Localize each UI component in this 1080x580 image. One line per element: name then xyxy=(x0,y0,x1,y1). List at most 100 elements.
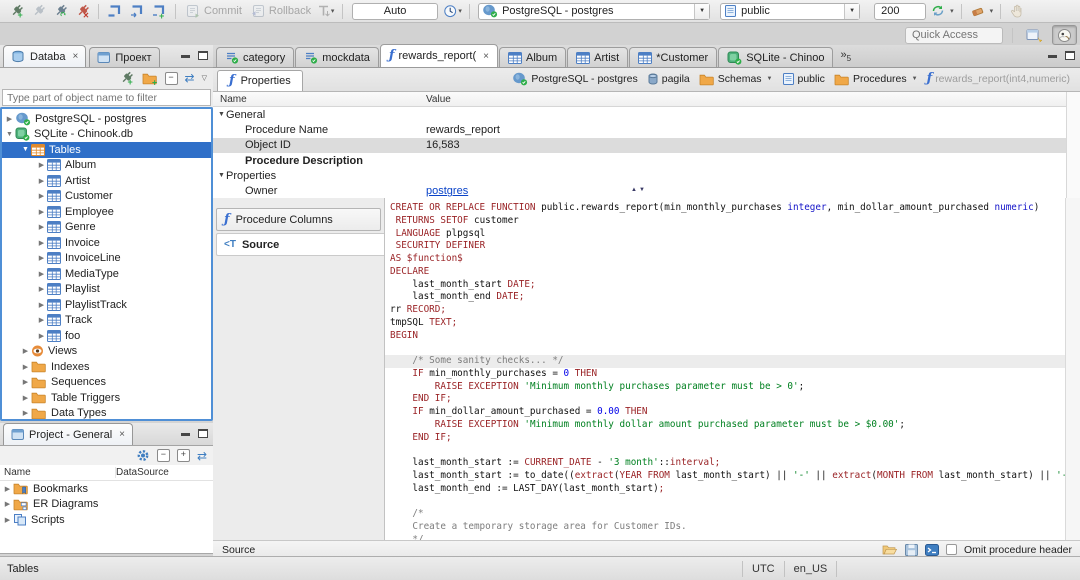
editor-scrollbar[interactable] xyxy=(1065,198,1080,540)
tree-item-mediatype[interactable]: ▶ MediaType xyxy=(2,266,211,282)
tree-expand-arrow[interactable]: ▶ xyxy=(36,192,47,200)
tree-item-genre[interactable]: ▶ Genre xyxy=(2,220,211,236)
project-item-bookmarks[interactable]: ▶ Bookmarks xyxy=(0,481,213,497)
open-perspective-button[interactable] xyxy=(1022,25,1047,45)
tree-expand-arrow[interactable]: ▶ xyxy=(2,516,13,524)
refresh-icon[interactable] xyxy=(928,2,948,21)
transaction-log-button[interactable]: ▾ xyxy=(316,2,336,21)
tree-item-track[interactable]: ▶ Track xyxy=(2,313,211,329)
tree-expand-arrow[interactable]: ▶ xyxy=(2,485,13,493)
save-icon[interactable] xyxy=(905,543,919,556)
omit-header-checkbox[interactable] xyxy=(946,544,958,555)
tab-database-navigator[interactable]: Databa × xyxy=(3,45,87,67)
grid-row-procedure-name[interactable]: Procedure Name rewards_report xyxy=(213,122,1080,137)
minimize-icon[interactable] xyxy=(181,55,190,58)
tree-item-data-types[interactable]: ▶ Data Types xyxy=(2,406,211,419)
grid-row-general[interactable]: ▼ General xyxy=(213,107,1080,122)
group-collapse-arrow[interactable]: ▼ xyxy=(217,172,226,179)
fetch-size-input[interactable] xyxy=(874,2,927,20)
editor-tab-sqlite-chinoo[interactable]: SQLite - Chinoo xyxy=(718,47,834,67)
tree-item-sequences[interactable]: ▶ Sequences xyxy=(2,375,211,391)
tree-item-playlisttrack[interactable]: ▶ PlaylistTrack xyxy=(2,297,211,313)
tree-expand-arrow[interactable]: ▶ xyxy=(36,332,47,340)
tree-expand-arrow[interactable]: ▶ xyxy=(36,285,47,293)
maximize-icon[interactable] xyxy=(198,429,208,438)
grid-row-properties[interactable]: ▼ Properties xyxy=(213,168,1080,183)
tree-expand-arrow[interactable]: ▶ xyxy=(36,254,47,262)
close-icon[interactable]: × xyxy=(72,51,78,62)
tree-item-album[interactable]: ▶ Album xyxy=(2,158,211,174)
console-icon[interactable] xyxy=(925,543,940,556)
side-tab-procedure-columns[interactable]: ƒ Procedure Columns xyxy=(216,208,381,231)
tree-item-foo[interactable]: ▶ foo xyxy=(2,328,211,344)
tree-collapse-arrow[interactable]: ▼ xyxy=(20,146,31,153)
tree-item-playlist[interactable]: ▶ Playlist xyxy=(2,282,211,298)
source-code-editor[interactable]: CREATE OR REPLACE FUNCTION public.reward… xyxy=(385,198,1065,540)
tree-item-sqlite-chinook-db[interactable]: ▼ SQLite - Chinook.db xyxy=(2,127,211,143)
tree-expand-arrow[interactable]: ▶ xyxy=(20,394,31,402)
connect-icon[interactable] xyxy=(28,2,48,21)
tab-project-general[interactable]: Project - General × xyxy=(3,423,133,445)
commit-mode-combo[interactable]: Auto xyxy=(352,2,439,20)
editor-tab-category[interactable]: category xyxy=(216,47,295,67)
close-icon[interactable]: × xyxy=(119,429,125,440)
new-connection-icon[interactable]: + xyxy=(118,70,135,86)
tab-overflow[interactable]: »5 xyxy=(840,49,851,63)
editor-tab-album[interactable]: Album xyxy=(498,47,567,67)
tree-expand-arrow[interactable]: ▶ xyxy=(36,270,47,278)
tree-expand-arrow[interactable]: ▶ xyxy=(20,409,31,417)
breadcrumb-item-rewards-report-int4-numeric[interactable]: ƒ rewards_report(int4,numeric) xyxy=(927,72,1070,85)
chevron-down-icon[interactable]: ▾ xyxy=(990,7,994,15)
tree-expand-arrow[interactable]: ▶ xyxy=(36,208,47,216)
breadcrumb-item-postgresql-postgres[interactable]: PostgreSQL - postgres xyxy=(512,72,638,86)
link-with-editor-icon[interactable]: ⇄ xyxy=(197,450,207,462)
link-with-editor-icon[interactable]: ⇄ xyxy=(185,72,195,84)
grid-row-object-id[interactable]: Object ID 16,583 xyxy=(213,137,1080,153)
editor-tab-rewards-report[interactable]: ƒ rewards_report(× xyxy=(379,44,498,67)
reconnect-icon[interactable] xyxy=(50,2,70,21)
chevron-down-icon[interactable]: ▼ xyxy=(767,76,773,82)
expand-all-icon[interactable]: + xyxy=(176,449,190,462)
transaction-history-button[interactable]: ▾ xyxy=(443,2,463,21)
tree-expand-arrow[interactable]: ▶ xyxy=(36,316,47,324)
collapse-all-icon[interactable]: − xyxy=(164,71,178,85)
tree-expand-arrow[interactable]: ▶ xyxy=(36,223,47,231)
tree-expand-arrow[interactable]: ▶ xyxy=(4,115,15,123)
tree-item-artist[interactable]: ▶ Artist xyxy=(2,173,211,189)
minimize-icon[interactable] xyxy=(181,433,190,436)
tree-collapse-arrow[interactable]: ▼ xyxy=(4,131,15,138)
rollback-button[interactable]: Rollback xyxy=(247,2,314,21)
dropdown-arrow-icon[interactable]: ▼ xyxy=(694,3,710,19)
close-icon[interactable]: × xyxy=(483,51,489,62)
tree-expand-arrow[interactable]: ▶ xyxy=(20,363,31,371)
tree-expand-arrow[interactable]: ▶ xyxy=(20,378,31,386)
chevron-down-icon[interactable]: ▾ xyxy=(950,7,954,15)
grid-scrollbar[interactable] xyxy=(1066,92,1080,198)
dbeaver-perspective-button[interactable] xyxy=(1052,25,1077,45)
collapse-all-icon[interactable]: − xyxy=(156,449,170,462)
gear-icon[interactable] xyxy=(136,449,150,462)
tree-item-postgresql-postgres[interactable]: ▶ PostgreSQL - postgres xyxy=(2,111,211,127)
new-folder-icon[interactable]: + xyxy=(142,72,158,85)
disconnect-icon[interactable]: × xyxy=(72,2,92,21)
connection-combo[interactable]: PostgreSQL - postgres ▼ xyxy=(478,2,711,20)
breadcrumb-item-procedures[interactable]: Procedures ▼ xyxy=(834,73,918,86)
quick-access-input[interactable] xyxy=(905,26,1003,44)
tree-item-tables[interactable]: ▼ Tables xyxy=(2,142,211,158)
breadcrumb-item-public[interactable]: public xyxy=(782,72,825,86)
project-item-scripts[interactable]: ▶ Scripts xyxy=(0,512,213,528)
dropdown-arrow-icon[interactable]: ▼ xyxy=(844,3,860,19)
tree-expand-arrow[interactable]: ▶ xyxy=(36,301,47,309)
open-sql-script-icon[interactable] xyxy=(127,2,147,21)
breadcrumb-item-schemas[interactable]: Schemas ▼ xyxy=(699,73,773,86)
tree-item-invoice[interactable]: ▶ Invoice xyxy=(2,235,211,251)
sql-editor-icon[interactable] xyxy=(105,2,125,21)
tree-item-views[interactable]: ▶ Views xyxy=(2,344,211,360)
tree-expand-arrow[interactable]: ▶ xyxy=(20,347,31,355)
tree-item-invoiceline[interactable]: ▶ InvoiceLine xyxy=(2,251,211,267)
breadcrumb-item-pagila[interactable]: pagila xyxy=(647,73,690,85)
new-connection-icon[interactable]: + xyxy=(6,2,26,21)
format-brush-icon[interactable] xyxy=(968,2,988,21)
tree-expand-arrow[interactable]: ▶ xyxy=(2,500,13,508)
tab-projects[interactable]: Проект xyxy=(89,47,160,67)
